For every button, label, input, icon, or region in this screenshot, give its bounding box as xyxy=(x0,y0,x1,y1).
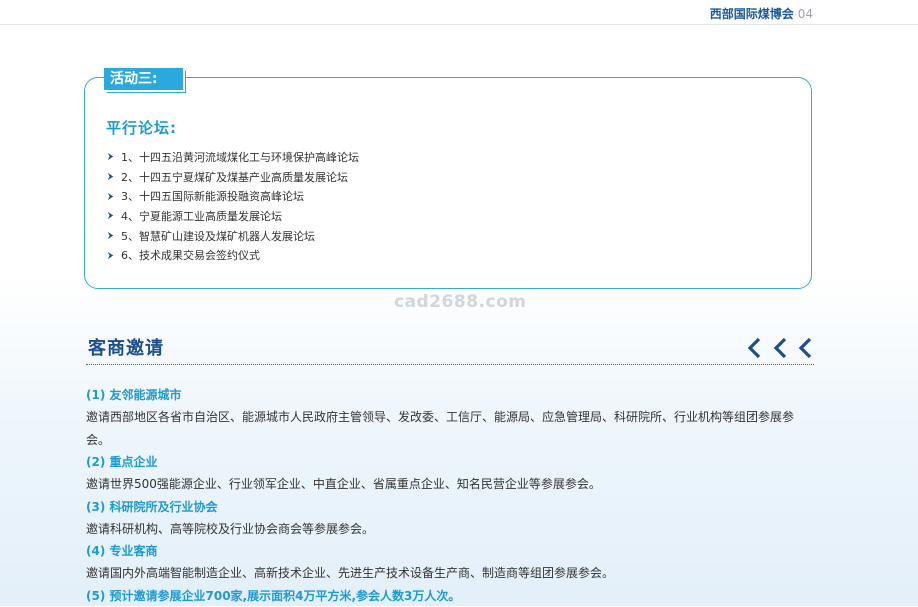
chevron-right-icon xyxy=(107,212,114,220)
header-title: 西部国际煤博会 xyxy=(709,7,794,21)
list-item: 5、智慧矿山建设及煤矿机器人发展论坛 xyxy=(106,226,359,246)
forum-item-label: 2、十四五宁夏煤矿及煤基产业高质量发展论坛 xyxy=(121,170,348,184)
activity-subtitle: 平行论坛: xyxy=(106,119,177,137)
forum-item-label: 3、十四五国际新能源投融资高峰论坛 xyxy=(121,190,304,204)
invite-body: 邀请科研机构、高等院校及行业协会商会等参展参会。 xyxy=(86,521,375,536)
watermark: cad2688.com xyxy=(394,292,527,312)
page-header: 西部国际煤博会 04 xyxy=(710,5,813,22)
chevron-right-icon xyxy=(107,251,114,259)
list-item: 3、十四五国际新能源投融资高峰论坛 xyxy=(106,186,359,206)
forum-list: 1、十四五沿黄河流域煤化工与环境保护高峰论坛 2、十四五宁夏煤矿及煤基产业高质量… xyxy=(106,147,359,265)
list-item: 2、十四五宁夏煤矿及煤基产业高质量发展论坛 xyxy=(106,167,359,187)
invite-heading: (1) 友邻能源城市 xyxy=(86,388,182,402)
header-divider xyxy=(0,24,918,25)
chevron-left-icon xyxy=(798,337,812,359)
page-number: 04 xyxy=(797,7,813,21)
list-item: 4、宁夏能源工业高质量发展论坛 xyxy=(106,206,359,226)
forum-item-label: 6、技术成果交易会签约仪式 xyxy=(121,249,260,263)
invite-body: 邀请国内外高端智能制造企业、高新技术企业、先进生产技术设备生产商、制造商等组团参… xyxy=(86,566,615,580)
forum-item-label: 5、智慧矿山建设及煤矿机器人发展论坛 xyxy=(121,229,315,243)
chevron-left-icon xyxy=(747,337,761,359)
invite-heading: (4) 专业客商 xyxy=(86,544,158,558)
invite-heading: (2) 重点企业 xyxy=(86,455,158,469)
list-item: 1、十四五沿黄河流域煤化工与环境保护高峰论坛 xyxy=(106,147,359,167)
section-divider xyxy=(86,364,814,365)
activity-badge: 活动三: xyxy=(104,68,183,90)
chevron-left-icon xyxy=(773,337,787,359)
invite-body: 邀请世界500强能源企业、行业领军企业、中直企业、省属重点企业、知名民营企业等参… xyxy=(86,477,601,491)
forum-item-label: 4、宁夏能源工业高质量发展论坛 xyxy=(121,209,282,223)
chevron-right-icon xyxy=(107,153,114,161)
chevron-right-icon xyxy=(107,172,114,181)
invite-content: (1) 友邻能源城市 邀请西部地区各省市自治区、能源城市人民政府主管领导、发改委… xyxy=(86,384,816,607)
list-item: 6、技术成果交易会签约仪式 xyxy=(106,245,359,265)
chevron-right-icon xyxy=(107,192,114,200)
invite-heading: (5) 预计邀请参展企业700家,展示面积4万平方米,参会人数3万人次。 xyxy=(86,588,461,603)
chevron-right-icon xyxy=(107,231,114,240)
forum-item-label: 1、十四五沿黄河流域煤化工与环境保护高峰论坛 xyxy=(121,150,359,164)
invite-heading: (3) 科研院所及行业协会 xyxy=(86,499,218,514)
section-title: 客商邀请 xyxy=(88,338,164,359)
invite-body: 邀请西部地区各省市自治区、能源城市人民政府主管领导、发改委、工信厅、能源局、应急… xyxy=(86,410,795,447)
